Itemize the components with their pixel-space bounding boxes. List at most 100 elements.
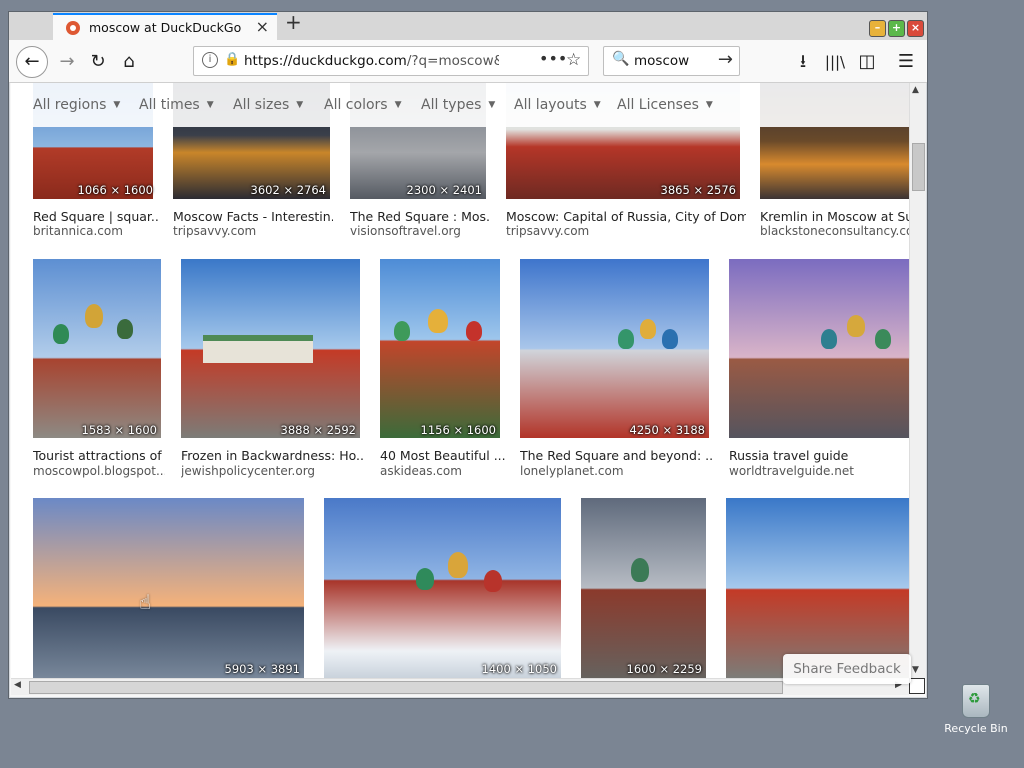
- tab-title: moscow at DuckDuckGo: [89, 20, 242, 35]
- result-title[interactable]: Russia travel guide: [729, 448, 909, 463]
- dome-shape: [662, 329, 678, 349]
- result-thumbnail[interactable]: [324, 498, 561, 678]
- sidebar-icon[interactable]: ◫: [853, 48, 881, 76]
- navigation-toolbar: ← → ↻ ⌂ i 🔒 https://duckduckgo.com/?q=mo…: [9, 40, 927, 83]
- image-dimensions: 3888 × 2592: [280, 423, 356, 437]
- filter-time-dropdown[interactable]: All times ▼: [139, 97, 214, 113]
- new-tab-button[interactable]: +: [285, 10, 302, 34]
- result-thumbnail[interactable]: [380, 259, 500, 438]
- bookmark-star-icon[interactable]: ☆: [566, 50, 581, 70]
- result-title[interactable]: Moscow: Capital of Russia, City of Domes: [506, 209, 746, 224]
- caret-down-icon: ▼: [113, 100, 121, 110]
- result-source[interactable]: tripsavvy.com: [506, 224, 746, 238]
- result-title[interactable]: The Red Square : Mos...: [350, 209, 490, 224]
- vertical-scroll-thumb[interactable]: [912, 143, 925, 191]
- results-page: 1066 × 1600 Red Square | squar... britan…: [11, 83, 909, 678]
- recycle-bin-desktop-icon[interactable]: Recycle Bin: [940, 684, 1012, 735]
- search-box[interactable]: 🔍 moscow →: [603, 46, 740, 76]
- vertical-scrollbar[interactable]: ▲ ▼: [909, 83, 926, 678]
- result-source[interactable]: lonelyplanet.com: [520, 464, 712, 478]
- result-title[interactable]: Tourist attractions of ...: [33, 448, 165, 463]
- caret-down-icon: ▼: [394, 100, 402, 110]
- caret-down-icon: ▼: [206, 100, 214, 110]
- hand-cursor-icon: ☝: [139, 590, 152, 614]
- share-feedback-button[interactable]: Share Feedback: [783, 654, 911, 684]
- result-source[interactable]: visionsoftravel.org: [350, 224, 490, 238]
- search-go-icon[interactable]: →: [718, 49, 733, 70]
- maximize-button[interactable]: +: [888, 20, 905, 37]
- search-input[interactable]: moscow: [634, 53, 689, 69]
- caret-down-icon: ▼: [488, 100, 496, 110]
- result-title[interactable]: Red Square | squar...: [33, 209, 158, 224]
- tab-active[interactable]: moscow at DuckDuckGo ×: [53, 13, 277, 40]
- filter-color-dropdown[interactable]: All colors ▼: [324, 97, 402, 113]
- url-text[interactable]: https://duckduckgo.com/?q=moscow&: [244, 53, 499, 69]
- result-thumbnail[interactable]: [33, 259, 161, 438]
- filter-size-dropdown[interactable]: All sizes ▼: [233, 97, 303, 113]
- tab-strip: moscow at DuckDuckGo × + – + ×: [9, 10, 927, 40]
- recycle-bin-icon: [962, 684, 990, 718]
- dome-shape: [640, 319, 656, 339]
- result-thumbnail[interactable]: [581, 498, 706, 678]
- result-source[interactable]: tripsavvy.com: [173, 224, 333, 238]
- tab-close-icon[interactable]: ×: [256, 17, 269, 36]
- minimize-button[interactable]: –: [869, 20, 886, 37]
- filter-type-dropdown[interactable]: All types ▼: [421, 97, 495, 113]
- caret-down-icon: ▼: [593, 100, 601, 110]
- dome-shape: [821, 329, 837, 349]
- dome-shape: [428, 309, 448, 333]
- horizontal-scrollbar[interactable]: ◀ ▶: [11, 678, 909, 695]
- palace-shape: [203, 339, 313, 363]
- image-dimensions: 1156 × 1600: [420, 423, 496, 437]
- result-thumbnail[interactable]: [181, 259, 360, 438]
- info-icon[interactable]: i: [202, 52, 218, 68]
- result-thumbnail[interactable]: [520, 259, 709, 438]
- lock-icon: 🔒: [224, 52, 241, 67]
- reload-button[interactable]: ↻: [84, 48, 112, 76]
- dome-shape: [847, 315, 865, 337]
- library-icon[interactable]: |||\: [821, 48, 849, 76]
- result-title[interactable]: Moscow Facts - Interestin...: [173, 209, 333, 224]
- menu-icon[interactable]: ☰: [892, 48, 920, 76]
- result-title[interactable]: Frozen in Backwardness: Ho...: [181, 448, 363, 463]
- recycle-bin-label: Recycle Bin: [944, 722, 1008, 735]
- page-actions-icon[interactable]: •••: [539, 49, 567, 68]
- result-source[interactable]: worldtravelguide.net: [729, 464, 909, 478]
- result-source[interactable]: jewishpolicycenter.org: [181, 464, 363, 478]
- result-source[interactable]: britannica.com: [33, 224, 158, 238]
- result-title[interactable]: Kremlin in Moscow at Suns: [760, 209, 909, 224]
- back-button[interactable]: ←: [16, 46, 48, 78]
- result-title[interactable]: The Red Square and beyond: ...: [520, 448, 712, 463]
- result-thumbnail[interactable]: [726, 498, 909, 678]
- close-window-button[interactable]: ×: [907, 20, 924, 37]
- forward-button[interactable]: →: [53, 48, 81, 76]
- home-button[interactable]: ⌂: [115, 48, 143, 76]
- image-dimensions: 1066 × 1600: [77, 183, 153, 197]
- result-source[interactable]: askideas.com: [380, 464, 505, 478]
- horizontal-scroll-thumb[interactable]: [29, 681, 783, 694]
- caret-down-icon: ▼: [705, 100, 713, 110]
- image-dimensions: 5903 × 3891: [224, 662, 300, 676]
- dome-shape: [117, 319, 133, 339]
- result-title[interactable]: 40 Most Beautiful ...: [380, 448, 505, 463]
- duckduckgo-favicon-icon: [66, 21, 80, 35]
- result-thumbnail[interactable]: [33, 498, 304, 678]
- image-dimensions: 4250 × 3188: [629, 423, 705, 437]
- image-dimensions: 2300 × 2401: [406, 183, 482, 197]
- downloads-icon[interactable]: ⭳: [789, 48, 817, 76]
- filter-license-dropdown[interactable]: All Licenses ▼: [617, 97, 713, 113]
- scroll-down-icon[interactable]: ▼: [912, 665, 919, 675]
- address-bar[interactable]: i 🔒 https://duckduckgo.com/?q=moscow& ••…: [193, 46, 589, 76]
- dome-shape: [85, 304, 103, 328]
- result-source[interactable]: blackstoneconsultancy.com: [760, 224, 909, 238]
- dome-shape: [394, 321, 410, 341]
- image-dimensions: 1583 × 1600: [81, 423, 157, 437]
- result-source[interactable]: moscowpol.blogspot....: [33, 464, 165, 478]
- dome-shape: [466, 321, 482, 341]
- result-thumbnail[interactable]: [729, 259, 909, 438]
- filter-layout-dropdown[interactable]: All layouts ▼: [514, 97, 601, 113]
- filter-regions-dropdown[interactable]: All regions ▼: [33, 97, 120, 113]
- image-dimensions: 3602 × 2764: [250, 183, 326, 197]
- scroll-left-icon[interactable]: ◀: [14, 680, 21, 690]
- scroll-up-icon[interactable]: ▲: [912, 85, 919, 95]
